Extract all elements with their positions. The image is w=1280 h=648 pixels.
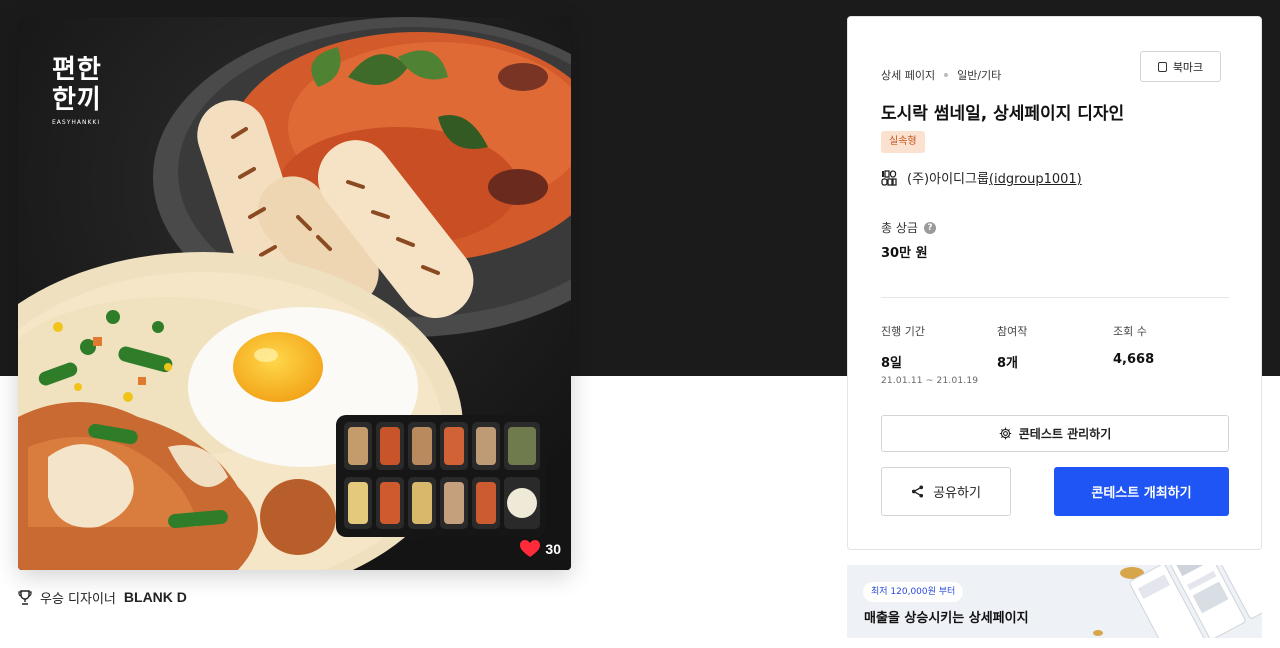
stat-views: 조회 수 4,668 [1113, 323, 1154, 367]
promo-mockup-image [1093, 565, 1262, 638]
lunchbox-tray [336, 415, 546, 537]
trophy-icon [18, 589, 32, 605]
gear-icon [999, 427, 1012, 440]
promo-banner[interactable]: 최저 120,000원 부터 매출을 상승시키는 상세페이지 [847, 565, 1262, 638]
host-contest-button[interactable]: 콘테스트 개최하기 [1054, 467, 1229, 516]
stat-duration-value: 8일 [881, 356, 903, 371]
winner-label: 우승 디자이너 [40, 591, 116, 607]
promo-price-pill: 최저 120,000원 부터 [863, 582, 964, 602]
company-name[interactable]: (주)아이디그룹(idgroup1001) [907, 168, 1082, 187]
brand-logo: 편한 한끼 EASYHANKKI [52, 55, 114, 126]
heart-icon [520, 540, 541, 557]
stat-duration: 진행 기간 8일 21.01.11 ~ 21.01.19 [881, 323, 978, 386]
stat-entries-label: 참여작 [997, 325, 1028, 338]
brand-logo-english: EASYHANKKI [52, 119, 101, 126]
breadcrumb-subcategory[interactable]: 일반/기타 [957, 67, 1001, 83]
stat-views-value: 4,668 [1113, 352, 1155, 367]
divider [881, 297, 1229, 298]
bookmark-icon [1157, 61, 1167, 72]
help-icon[interactable]: ? [923, 221, 936, 234]
stat-entries: 참여작 8개 [997, 323, 1027, 371]
prize-label-text: 총 상금 [881, 221, 918, 235]
breadcrumb-category[interactable]: 상세 페이지 [881, 67, 935, 83]
like-count: 30 [545, 541, 561, 557]
stat-duration-dates: 21.01.11 ~ 21.01.19 [881, 376, 979, 386]
manage-contest-button[interactable]: 콘테스트 관리하기 [881, 415, 1229, 452]
contest-title: 도시락 썸네일, 상세페이지 디자인 [881, 104, 1125, 124]
share-icon [912, 485, 924, 498]
stat-entries-value: 8개 [997, 356, 1019, 371]
breadcrumb-separator [944, 73, 949, 77]
contest-info-panel: 상세 페이지 일반/기타 북마크 도시락 썸네일, 상세페이지 디자인 실속형 … [847, 16, 1262, 550]
company-logo [881, 169, 897, 186]
brand-logo-line2: 한끼 [52, 85, 102, 115]
winner-name[interactable]: BLANK D [124, 589, 187, 605]
contest-thumbnail-image[interactable]: 편한 한끼 EASYHANKKI 30 [18, 17, 571, 570]
bookmark-label: 북마크 [1172, 60, 1204, 74]
share-label: 공유하기 [933, 486, 981, 501]
like-button[interactable]: 30 [520, 540, 561, 558]
brand-logo-line1: 편한 [52, 55, 102, 85]
company-handle: (idgroup1001) [988, 172, 1082, 187]
share-button[interactable]: 공유하기 [881, 467, 1011, 516]
company-info: (주)아이디그룹(idgroup1001) [881, 168, 1082, 187]
promo-headline: 매출을 상승시키는 상세페이지 [864, 611, 1029, 626]
stat-views-label: 조회 수 [1113, 325, 1147, 338]
prize-label: 총 상금 ? [881, 219, 936, 236]
breadcrumb: 상세 페이지 일반/기타 [881, 67, 1001, 83]
company-name-text: (주)아이디그룹 [907, 172, 989, 187]
manage-contest-label: 콘테스트 관리하기 [1018, 427, 1112, 441]
bookmark-button[interactable]: 북마크 [1140, 51, 1221, 82]
tier-badge: 실속형 [881, 131, 925, 153]
winner-designer: 우승 디자이너 BLANK D [18, 587, 187, 607]
stat-duration-label: 진행 기간 [881, 325, 925, 338]
prize-value: 30만 원 [881, 246, 928, 261]
